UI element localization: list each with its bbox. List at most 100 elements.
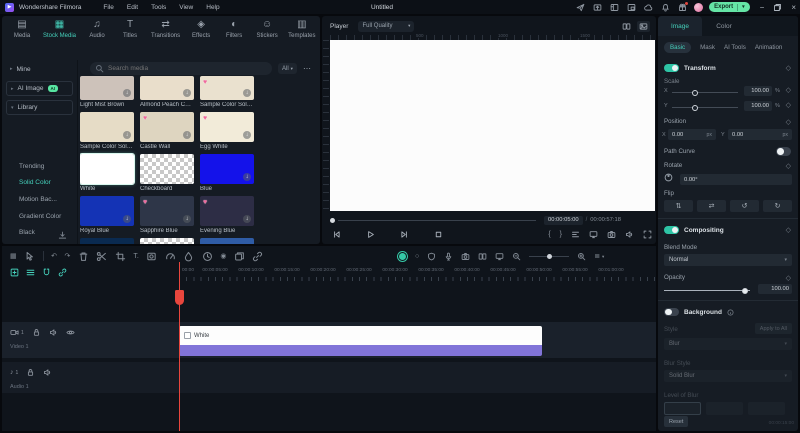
export-button[interactable]: Export ▾ xyxy=(709,2,750,12)
tab-transitions[interactable]: ⇄Transitions xyxy=(151,20,180,39)
background-style-dropdown[interactable]: Blur ▾ xyxy=(664,338,792,350)
delete-button[interactable] xyxy=(78,251,89,262)
media-swatch-sapphire-blue[interactable]: ♥↓ xyxy=(140,196,194,226)
scale-x-keyframe-icon[interactable]: ◇ xyxy=(786,86,791,94)
link-button[interactable] xyxy=(252,251,263,262)
compositing-toggle[interactable] xyxy=(664,226,679,235)
opacity-slider[interactable] xyxy=(664,290,750,291)
sidebar-section-library[interactable]: ▾ Library xyxy=(6,100,73,115)
mark-in-button[interactable]: { xyxy=(548,231,550,238)
download-icon[interactable]: ↓ xyxy=(183,215,191,223)
sidebar-item-solid-color[interactable]: Solid Color xyxy=(2,175,78,192)
cloud-icon[interactable] xyxy=(643,2,654,13)
scale-x-slider[interactable] xyxy=(672,92,738,93)
scale-y-slider[interactable] xyxy=(672,107,738,108)
blur-style-dropdown[interactable]: Solid Blur ▾ xyxy=(664,370,792,382)
record-disabled-button[interactable]: ○ xyxy=(415,253,419,260)
split-button[interactable] xyxy=(96,251,107,262)
subtab-mask[interactable]: Mask xyxy=(700,44,715,51)
select-cursor-button[interactable] xyxy=(24,251,35,262)
media-swatch-white[interactable] xyxy=(80,154,134,184)
playhead-handle[interactable] xyxy=(175,290,184,305)
add-track-button[interactable] xyxy=(10,268,19,277)
opacity-keyframe-icon[interactable]: ◇ xyxy=(786,274,791,282)
close-button[interactable]: × xyxy=(791,3,796,12)
mute-icon[interactable] xyxy=(43,368,52,377)
lock-icon[interactable] xyxy=(32,328,41,337)
subtab-ai-tools[interactable]: AI Tools xyxy=(724,44,746,51)
download-icon[interactable]: ↓ xyxy=(243,131,251,139)
blur-level-option-1[interactable] xyxy=(664,402,701,415)
next-frame-button[interactable] xyxy=(400,230,409,239)
media-swatch-checkboard[interactable] xyxy=(140,154,194,184)
quick-text-button[interactable]: T. xyxy=(133,253,138,260)
rotate-input[interactable]: 0.00° xyxy=(680,174,792,185)
download-icon[interactable]: ↓ xyxy=(243,89,251,97)
videocam-icon[interactable] xyxy=(10,328,19,337)
preview-canvas[interactable] xyxy=(330,40,655,211)
media-swatch-almond-peach-color[interactable]: ↓ xyxy=(140,76,194,100)
download-manager-icon[interactable] xyxy=(58,231,67,240)
rotate-dial-icon[interactable] xyxy=(664,173,673,182)
split-view-icon[interactable] xyxy=(622,22,631,31)
layout-grid-button[interactable]: ▦ xyxy=(10,252,17,260)
track-manage-button[interactable] xyxy=(26,268,35,277)
rotate-keyframe-icon[interactable]: ◇ xyxy=(786,162,791,170)
transform-toggle[interactable] xyxy=(664,64,679,73)
sidebar-item-trending[interactable]: Trending xyxy=(2,158,78,175)
download-icon[interactable]: ↓ xyxy=(183,89,191,97)
link-clips-button[interactable] xyxy=(58,268,67,277)
menu-item-file[interactable]: File xyxy=(103,4,113,11)
search-input[interactable] xyxy=(108,65,238,72)
record-voiceover-button[interactable] xyxy=(398,252,407,261)
seek-track[interactable] xyxy=(338,220,536,221)
media-swatch-evening-blue[interactable]: ♥↓ xyxy=(200,196,254,226)
download-icon[interactable]: ↓ xyxy=(123,131,131,139)
rotate-cw-button[interactable]: ↻ xyxy=(763,200,792,212)
mute-button[interactable] xyxy=(625,230,634,239)
redo-button[interactable]: ↷ xyxy=(65,252,71,260)
transform-keyframe-icon[interactable]: ◇ xyxy=(786,64,791,72)
monitor-button[interactable] xyxy=(495,252,504,261)
sidebar-section-mine[interactable]: ▸ Mine xyxy=(6,62,73,76)
blur-level-option-2[interactable] xyxy=(706,402,743,415)
tab-stock-media[interactable]: ▦Stock Media xyxy=(43,20,76,39)
favorite-icon[interactable]: ♥ xyxy=(203,79,207,86)
sidebar-item-gradient-color[interactable]: Gradient Color xyxy=(2,208,78,225)
mark-list-button[interactable] xyxy=(571,230,580,239)
snapshot-button[interactable] xyxy=(461,252,470,261)
favorite-icon[interactable]: ♥ xyxy=(203,115,207,122)
voiceover-button[interactable] xyxy=(444,252,453,261)
smart-cutout-button[interactable] xyxy=(146,251,157,262)
play-button[interactable] xyxy=(366,230,375,239)
tab-media[interactable]: ▤Media xyxy=(10,20,34,39)
download-icon[interactable]: ↓ xyxy=(243,173,251,181)
pip-icon[interactable] xyxy=(626,2,637,13)
download-icon[interactable]: ↓ xyxy=(183,131,191,139)
tab-titles[interactable]: TTitles xyxy=(118,20,142,39)
subtab-animation[interactable]: Animation xyxy=(755,44,783,51)
zoom-out-button[interactable] xyxy=(512,252,521,261)
favorite-icon[interactable]: ♥ xyxy=(143,115,147,122)
inspector-tab-color[interactable]: Color xyxy=(702,16,746,36)
scale-y-value[interactable]: 100.00 xyxy=(744,101,772,111)
menu-item-view[interactable]: View xyxy=(179,4,193,11)
flip-v-button[interactable]: ⇅ xyxy=(664,200,693,212)
audio-note-icon[interactable]: ♪ xyxy=(10,369,14,376)
opacity-value[interactable]: 100.00 xyxy=(758,284,792,294)
minimize-button[interactable]: − xyxy=(760,3,765,12)
filmstrip-icon[interactable] xyxy=(637,21,650,32)
media-swatch-egg-white[interactable]: ♥↓ xyxy=(200,112,254,142)
flip-h-button[interactable]: ⇄ xyxy=(697,200,726,212)
mark-out-button[interactable]: } xyxy=(560,231,562,238)
position-y-input[interactable]: 0.00 px xyxy=(728,129,792,140)
media-swatch[interactable] xyxy=(80,238,134,244)
chroma-key-button[interactable] xyxy=(183,251,194,262)
fullscreen-button[interactable] xyxy=(643,230,652,239)
tab-templates[interactable]: ▥Templates xyxy=(288,20,315,39)
snapshot-button[interactable] xyxy=(607,230,616,239)
inspector-tab-image[interactable]: Image xyxy=(658,16,702,36)
motion-track-button[interactable]: ◉ xyxy=(220,252,226,260)
fit-screen-button[interactable] xyxy=(589,230,598,239)
rotate-ccw-button[interactable]: ↺ xyxy=(730,200,759,212)
